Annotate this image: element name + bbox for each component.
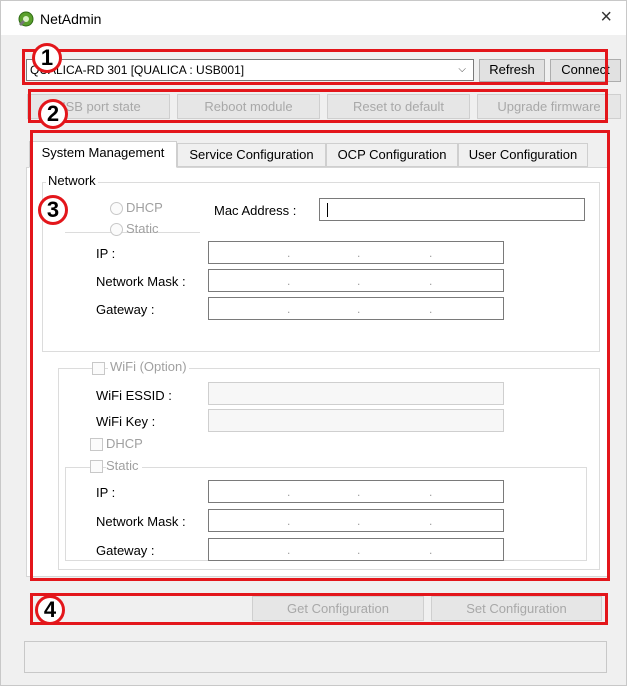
mac-address-field[interactable] bbox=[319, 198, 585, 221]
wifi-key-label: WiFi Key : bbox=[96, 414, 156, 429]
wifi-essid-field[interactable] bbox=[208, 382, 504, 405]
wifi-mask-label: Network Mask : bbox=[96, 514, 186, 529]
connect-button[interactable]: Connect bbox=[550, 59, 621, 82]
wifi-dhcp-label: DHCP bbox=[106, 436, 143, 451]
network-mask-label: Network Mask : bbox=[96, 274, 186, 289]
annotation-badge-3: 3 bbox=[38, 195, 68, 225]
tab-system-management[interactable]: System Management bbox=[29, 141, 177, 168]
wifi-gateway-label: Gateway : bbox=[96, 543, 155, 558]
network-static-label: Static bbox=[126, 221, 159, 236]
tab-user-configuration[interactable]: User Configuration bbox=[458, 143, 588, 167]
wifi-essid-label: WiFi ESSID : bbox=[96, 388, 172, 403]
wifi-static-checkbox[interactable] bbox=[90, 460, 103, 473]
annotation-badge-4: 4 bbox=[35, 595, 65, 625]
network-group-title: Network bbox=[46, 173, 98, 188]
get-configuration-button[interactable]: Get Configuration bbox=[252, 596, 424, 621]
tab-service-configuration[interactable]: Service Configuration bbox=[177, 143, 326, 167]
device-select[interactable]: QUALICA-RD 301 [QUALICA : USB001] ⌵ bbox=[26, 59, 474, 81]
netadmin-app-icon bbox=[18, 11, 34, 27]
annotation-badge-2: 2 bbox=[38, 99, 68, 129]
network-mask-field[interactable]: ... bbox=[208, 269, 504, 292]
wifi-ip-field[interactable]: ... bbox=[208, 480, 504, 503]
window-title: NetAdmin bbox=[40, 11, 102, 27]
wifi-gateway-field[interactable]: ... bbox=[208, 538, 504, 561]
text-cursor bbox=[327, 203, 328, 217]
reset-to-default-button[interactable]: Reset to default bbox=[327, 94, 470, 119]
wifi-static-label: Static bbox=[106, 458, 142, 473]
set-configuration-button[interactable]: Set Configuration bbox=[431, 596, 602, 621]
wifi-mask-field[interactable]: ... bbox=[208, 509, 504, 532]
title-bar: NetAdmin × bbox=[1, 1, 626, 35]
network-dhcp-radio[interactable] bbox=[110, 202, 123, 215]
wifi-ip-label: IP : bbox=[96, 485, 116, 500]
network-gateway-field[interactable]: ... bbox=[208, 297, 504, 320]
annotation-badge-1: 1 bbox=[32, 43, 62, 73]
wifi-dhcp-checkbox[interactable] bbox=[90, 438, 103, 451]
network-dhcp-label: DHCP bbox=[126, 200, 163, 215]
network-ip-field[interactable]: ... bbox=[208, 241, 504, 264]
mac-address-label: Mac Address : bbox=[214, 203, 297, 218]
refresh-button[interactable]: Refresh bbox=[479, 59, 545, 82]
status-bar bbox=[24, 641, 607, 673]
wifi-option-label: WiFi (Option) bbox=[108, 359, 189, 374]
tab-ocp-configuration[interactable]: OCP Configuration bbox=[326, 143, 458, 167]
wifi-key-field[interactable] bbox=[208, 409, 504, 432]
device-select-value: QUALICA-RD 301 [QUALICA : USB001] bbox=[30, 63, 245, 77]
reboot-module-button[interactable]: Reboot module bbox=[177, 94, 320, 119]
upgrade-firmware-button[interactable]: Upgrade firmware bbox=[477, 94, 621, 119]
close-icon[interactable]: × bbox=[600, 7, 612, 27]
network-ip-label: IP : bbox=[96, 246, 116, 261]
network-static-radio[interactable] bbox=[110, 223, 123, 236]
wifi-option-checkbox[interactable] bbox=[92, 362, 105, 375]
chevron-down-icon[interactable]: ⌵ bbox=[458, 60, 466, 80]
network-gateway-label: Gateway : bbox=[96, 302, 155, 317]
netadmin-window: NetAdmin × QUALICA-RD 301 [QUALICA : USB… bbox=[0, 0, 627, 686]
